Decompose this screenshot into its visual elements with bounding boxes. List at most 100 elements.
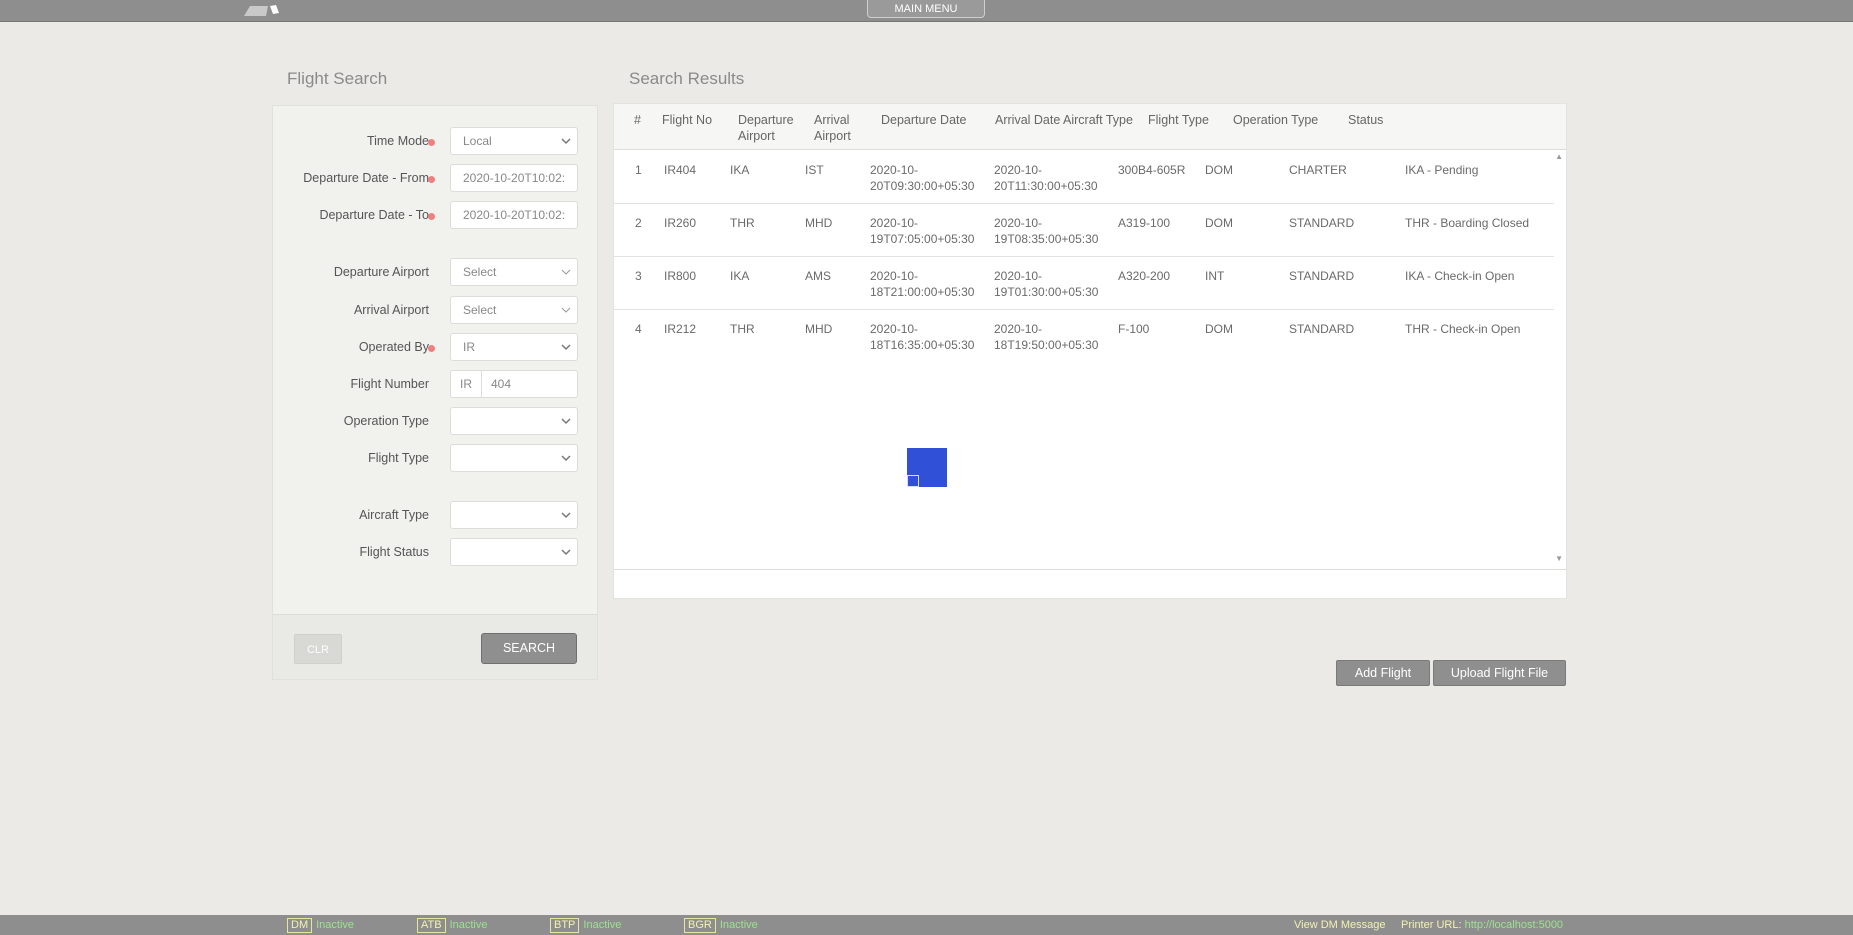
flight-type-label: Flight Type bbox=[368, 451, 429, 465]
cell-flight-no: IR404 bbox=[664, 163, 697, 177]
flight-status-select[interactable] bbox=[450, 538, 578, 566]
departure-from-row: Departure Date - From 2020-10-20T10:02: bbox=[273, 164, 599, 192]
operated-by-select[interactable]: IR bbox=[450, 333, 578, 361]
column-header-flight-type: Flight Type bbox=[1148, 113, 1209, 127]
flight-status-label: Flight Status bbox=[359, 545, 429, 559]
chevron-down-icon bbox=[561, 344, 571, 351]
required-indicator-icon bbox=[428, 213, 435, 220]
status-code: BGR bbox=[684, 918, 716, 933]
cell-status: IKA - Pending bbox=[1405, 163, 1479, 177]
cell-operation-type: STANDARD bbox=[1289, 269, 1355, 283]
printer-url-link[interactable]: http://localhost:5000 bbox=[1465, 919, 1563, 931]
chevron-down-icon bbox=[561, 418, 571, 425]
arrival-airport-label: Arrival Airport bbox=[353, 303, 429, 317]
cell-departure-airport: THR bbox=[730, 216, 755, 230]
scroll-up-icon[interactable]: ▲ bbox=[1555, 152, 1563, 161]
departure-from-input[interactable]: 2020-10-20T10:02: bbox=[450, 164, 578, 192]
cell-departure-date: 2020-10-20T09:30:00+05:30 bbox=[870, 163, 975, 193]
flight-type-row: Flight Type bbox=[273, 444, 599, 472]
required-indicator-icon bbox=[428, 176, 435, 183]
column-header-departure-airport: Departure Airport bbox=[738, 113, 794, 143]
operated-by-label: Operated By bbox=[358, 340, 429, 354]
cell-arrival-date: 2020-10-19T01:30:00+05:30 bbox=[994, 269, 1099, 299]
table-header: # Flight No Departure Airport Arrival Ai… bbox=[614, 104, 1566, 150]
cell-status: IKA - Check-in Open bbox=[1405, 269, 1515, 283]
operation-type-label: Operation Type bbox=[343, 414, 429, 428]
column-header-aircraft-type: Aircraft Type bbox=[1063, 113, 1133, 127]
upload-flight-file-button[interactable]: Upload Flight File bbox=[1433, 660, 1566, 686]
scroll-down-icon[interactable]: ▼ bbox=[1555, 554, 1563, 563]
operated-by-value: IR bbox=[463, 340, 475, 354]
status-code: DM bbox=[287, 918, 313, 933]
cell-flight-type: DOM bbox=[1205, 216, 1233, 230]
departure-to-label: Departure Date - To bbox=[319, 208, 429, 222]
cell-flight-type: DOM bbox=[1205, 163, 1233, 177]
column-header-flight-no: Flight No bbox=[662, 113, 713, 127]
departure-from-label: Departure Date - From bbox=[303, 171, 429, 185]
chevron-down-icon bbox=[561, 549, 571, 556]
search-button[interactable]: SEARCH bbox=[481, 633, 577, 664]
search-panel-footer: CLR SEARCH bbox=[273, 614, 597, 679]
table-body: 1 IR404 IKA IST 2020-10-20T09:30:00+05:3… bbox=[614, 150, 1554, 570]
flight-search-title: Flight Search bbox=[287, 69, 388, 88]
column-header-number: # bbox=[634, 113, 641, 127]
cell-aircraft-type: F-100 bbox=[1118, 322, 1150, 336]
operated-by-row: Operated By IR bbox=[273, 333, 599, 361]
cell-aircraft-type: A320-200 bbox=[1118, 269, 1171, 283]
cell-arrival-airport: AMS bbox=[805, 269, 832, 283]
column-header-operation-type: Operation Type bbox=[1233, 113, 1319, 127]
arrival-airport-select[interactable]: Select bbox=[450, 296, 578, 324]
departure-airport-value: Select bbox=[463, 265, 497, 279]
aircraft-type-row: Aircraft Type bbox=[273, 501, 599, 529]
flight-type-select[interactable] bbox=[450, 444, 578, 472]
flight-number-value: 404 bbox=[491, 377, 512, 391]
add-flight-button[interactable]: Add Flight bbox=[1336, 660, 1430, 686]
time-mode-value: Local bbox=[463, 134, 492, 148]
cell-flight-no: IR212 bbox=[664, 322, 697, 336]
main-menu-button[interactable]: MAIN MENU bbox=[867, 0, 985, 18]
departure-from-value: 2020-10-20T10:02: bbox=[463, 171, 566, 185]
cell-number: 4 bbox=[635, 322, 642, 336]
aircraft-type-label: Aircraft Type bbox=[359, 508, 429, 522]
cell-arrival-airport: IST bbox=[805, 163, 824, 177]
chevron-down-icon bbox=[561, 307, 571, 313]
cell-arrival-date: 2020-10-18T19:50:00+05:30 bbox=[994, 322, 1099, 352]
table-row[interactable]: 4 IR212 THR MHD 2020-10-18T16:35:00+05:3… bbox=[614, 309, 1554, 362]
flight-search-panel: Time Mode Local Departure Date - From 20… bbox=[272, 105, 598, 680]
status-state: Inactive bbox=[583, 919, 622, 931]
results-footer bbox=[614, 569, 1566, 598]
departure-to-value: 2020-10-20T10:02: bbox=[463, 208, 566, 222]
cell-departure-date: 2020-10-18T16:35:00+05:30 bbox=[870, 322, 975, 352]
view-dm-message-link[interactable]: View DM Message bbox=[1294, 919, 1386, 931]
flight-number-input[interactable]: IR 404 bbox=[450, 370, 578, 398]
status-item-btp: BTP Inactive bbox=[550, 918, 621, 933]
cell-departure-date: 2020-10-19T07:05:00+05:30 bbox=[870, 216, 975, 246]
cell-arrival-airport: MHD bbox=[805, 322, 833, 336]
table-row[interactable]: 2 IR260 THR MHD 2020-10-19T07:05:00+05:3… bbox=[614, 203, 1554, 257]
flight-number-prefix: IR bbox=[451, 371, 482, 397]
table-row[interactable]: 3 IR800 IKA AMS 2020-10-18T21:00:00+05:3… bbox=[614, 256, 1554, 310]
time-mode-select[interactable]: Local bbox=[450, 127, 578, 155]
status-bar: DM Inactive ATB Inactive BTP Inactive BGR In… bbox=[0, 915, 1853, 935]
cell-arrival-airport: MHD bbox=[805, 216, 833, 230]
top-bar: MAIN MENU bbox=[0, 0, 1853, 22]
aircraft-type-select[interactable] bbox=[450, 501, 578, 529]
printer-url: Printer URL: http://localhost:5000 bbox=[1401, 919, 1563, 931]
status-state: Inactive bbox=[316, 919, 355, 931]
operation-type-select[interactable] bbox=[450, 407, 578, 435]
departure-to-input[interactable]: 2020-10-20T10:02: bbox=[450, 201, 578, 229]
time-mode-row: Time Mode Local bbox=[273, 127, 599, 155]
cell-operation-type: STANDARD bbox=[1289, 322, 1355, 336]
departure-airport-select[interactable]: Select bbox=[450, 258, 578, 286]
required-indicator-icon bbox=[428, 345, 435, 352]
cell-flight-type: INT bbox=[1205, 269, 1225, 283]
clear-button[interactable]: CLR bbox=[294, 634, 342, 664]
departure-to-row: Departure Date - To 2020-10-20T10:02: bbox=[273, 201, 599, 229]
table-row[interactable]: 1 IR404 IKA IST 2020-10-20T09:30:00+05:3… bbox=[614, 150, 1554, 204]
cell-flight-no: IR260 bbox=[664, 216, 697, 230]
required-indicator-icon bbox=[428, 139, 435, 146]
status-state: Inactive bbox=[449, 919, 488, 931]
chevron-down-icon bbox=[561, 512, 571, 519]
cell-departure-date: 2020-10-18T21:00:00+05:30 bbox=[870, 269, 975, 299]
status-state: Inactive bbox=[719, 919, 758, 931]
